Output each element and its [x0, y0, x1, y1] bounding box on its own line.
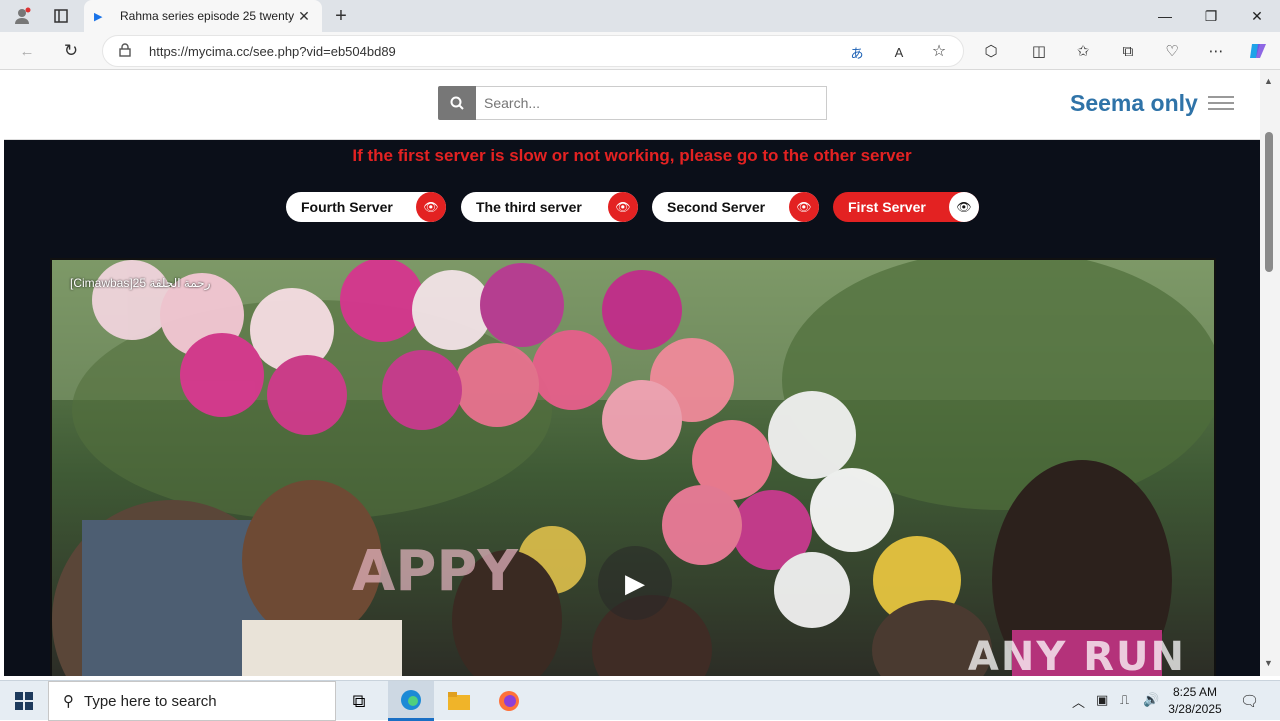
browser-tab-bar: ▶ Rahma series episode 25 twenty f ✕ + —…	[0, 0, 1280, 32]
minimize-icon[interactable]: —	[1142, 0, 1188, 32]
site-logo[interactable]: Seema only	[1070, 90, 1198, 117]
watermark-logo: ANY RUN	[967, 634, 1186, 676]
active-tab[interactable]: ▶ Rahma series episode 25 twenty f ✕	[84, 0, 322, 32]
restore-icon[interactable]: ❐	[1188, 0, 1234, 32]
file-explorer-icon[interactable]	[436, 681, 482, 721]
hamburger-menu-icon[interactable]	[1208, 96, 1234, 110]
scroll-up-icon[interactable]: ▲	[1264, 76, 1273, 86]
taskbar-search[interactable]: ⚲ Type here to search	[48, 681, 336, 721]
copilot-icon[interactable]	[1246, 40, 1270, 62]
tab-actions-icon[interactable]	[50, 6, 72, 26]
edge-browser-icon[interactable]	[388, 681, 434, 721]
svg-text:APPY: APPY	[352, 539, 519, 604]
eye-icon: 👁	[416, 192, 446, 222]
server-button-third[interactable]: The third server 👁	[461, 192, 638, 222]
browser-essentials-icon[interactable]: ♡	[1161, 41, 1183, 61]
taskbar-search-placeholder: Type here to search	[84, 692, 217, 710]
scroll-thumb[interactable]	[1265, 132, 1273, 272]
play-icon[interactable]: ▶	[598, 546, 672, 620]
server-notice: If the first server is slow or not worki…	[352, 146, 912, 165]
new-tab-button[interactable]: +	[330, 4, 352, 28]
site-header: Seema only	[4, 70, 1260, 140]
collections-icon[interactable]: ⧉	[1117, 41, 1139, 61]
server-label: Second Server	[667, 199, 766, 215]
scroll-down-icon[interactable]: ▼	[1264, 658, 1273, 668]
close-window-icon[interactable]: ✕	[1234, 0, 1280, 32]
video-title: [Cimawbas]25 رحمة الحلقة	[70, 276, 211, 290]
read-aloud-icon[interactable]: A	[889, 43, 909, 61]
firefox-icon[interactable]	[486, 681, 532, 721]
network-icon[interactable]: ⎍	[1120, 692, 1129, 708]
eye-icon: 👁	[608, 192, 638, 222]
search-input[interactable]	[476, 86, 827, 120]
url-text: https://mycima.cc/see.php?vid=eb504bd89	[149, 44, 396, 59]
volume-icon[interactable]: 🔊	[1143, 692, 1159, 708]
tray-device-icon[interactable]: ▣	[1096, 692, 1108, 708]
windows-start-icon[interactable]	[0, 681, 48, 721]
clock-time: 8:25 AM	[1172, 685, 1218, 699]
server-button-fourth[interactable]: Fourth Server 👁	[286, 192, 446, 222]
tab-close-icon[interactable]: ✕	[296, 8, 312, 25]
split-screen-icon[interactable]: ◫	[1028, 41, 1050, 61]
player-section: If the first server is slow or not worki…	[4, 140, 1260, 676]
address-bar-row: ← ↻ https://mycima.cc/see.php?vid=eb504b…	[0, 32, 1280, 70]
back-icon[interactable]: ←	[16, 41, 38, 61]
lock-icon	[119, 43, 131, 60]
system-clock[interactable]: 8:25 AM 3/28/2025	[1160, 684, 1230, 718]
search-icon[interactable]	[438, 86, 476, 120]
eye-icon: 👁	[789, 192, 819, 222]
favorite-star-icon[interactable]: ☆	[929, 42, 949, 60]
server-label: Fourth Server	[301, 199, 393, 215]
favorites-icon[interactable]: ✩	[1072, 41, 1094, 61]
search-icon: ⚲	[63, 693, 74, 710]
eye-icon: 👁	[949, 192, 979, 222]
web-page: Seema only If the first server is slow o…	[4, 70, 1260, 676]
taskbar: ⚲ Type here to search ⧉ ︿ ▣ ⎍ 🔊 8:25 AM …	[0, 680, 1280, 721]
tab-title: Rahma series episode 25 twenty f	[120, 9, 296, 23]
clock-date: 3/28/2025	[1168, 702, 1222, 716]
url-field[interactable]: https://mycima.cc/see.php?vid=eb504bd89 …	[102, 35, 964, 67]
settings-more-icon[interactable]: ⋯	[1205, 41, 1227, 61]
tray-chevron-up-icon[interactable]: ︿	[1072, 692, 1085, 711]
notifications-icon[interactable]: 🗨	[1240, 692, 1259, 710]
server-button-second[interactable]: Second Server 👁	[652, 192, 819, 222]
extensions-icon[interactable]: ⬡	[980, 41, 1002, 61]
translate-icon[interactable]: あ	[847, 43, 867, 61]
server-label: First Server	[848, 199, 926, 215]
refresh-icon[interactable]: ↻	[60, 41, 82, 61]
page-scrollbar[interactable]: ▲ ▼	[1260, 70, 1280, 676]
video-player[interactable]: APPY [Cimawbas]25 رحمة الحلقة ▶ ANY RUN	[50, 258, 1216, 676]
media-play-icon: ▶	[94, 10, 103, 23]
task-view-icon[interactable]: ⧉	[336, 681, 382, 721]
profile-icon[interactable]	[10, 6, 34, 26]
server-list: Fourth Server 👁 The third server 👁 Secon…	[286, 192, 986, 222]
server-button-first[interactable]: First Server 👁	[833, 192, 979, 222]
server-label: The third server	[476, 199, 582, 215]
